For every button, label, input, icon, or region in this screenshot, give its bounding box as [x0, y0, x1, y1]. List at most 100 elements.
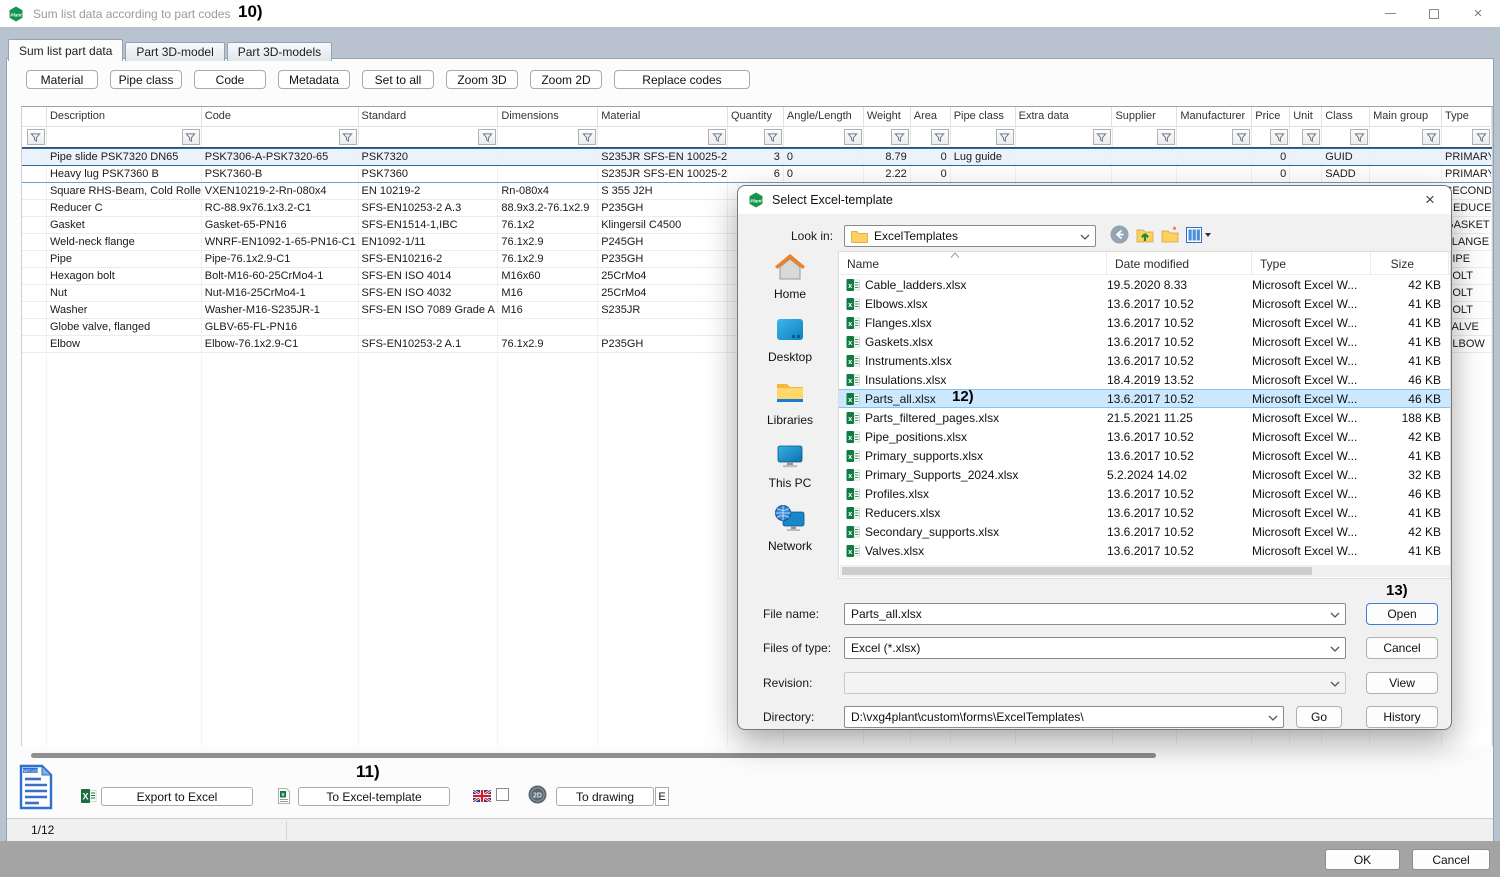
- pipe-class-button[interactable]: Pipe class: [110, 70, 182, 89]
- file-row[interactable]: xSecondary_supports.xlsx13.6.2017 10.52M…: [839, 522, 1450, 541]
- file-row[interactable]: xParts_filtered_pages.xlsx21.5.2021 11.2…: [839, 408, 1450, 427]
- filter-funnel-button[interactable]: [1270, 129, 1288, 145]
- file-row[interactable]: xReducers.xlsx13.6.2017 10.52Microsoft E…: [839, 503, 1450, 522]
- row-selector-cell[interactable]: [22, 285, 47, 301]
- view-button[interactable]: View: [1366, 672, 1438, 694]
- row-selector-cell[interactable]: [22, 302, 47, 318]
- row-selector-cell[interactable]: [22, 149, 47, 165]
- material-button[interactable]: Material: [26, 70, 98, 89]
- ok-button[interactable]: OK: [1325, 849, 1400, 870]
- filter-funnel-button[interactable]: [1093, 129, 1111, 145]
- column-header-code[interactable]: Code: [202, 107, 359, 126]
- footer-cancel-button[interactable]: Cancel: [1412, 849, 1490, 870]
- file-row[interactable]: xPipe_positions.xlsx13.6.2017 10.52Micro…: [839, 427, 1450, 446]
- place-libraries[interactable]: Libraries: [746, 377, 834, 427]
- filter-funnel-button[interactable]: [844, 129, 862, 145]
- filter-funnel-button[interactable]: [708, 129, 726, 145]
- scrollbar-thumb[interactable]: [842, 567, 1312, 575]
- file-row[interactable]: xValves.xlsx13.6.2017 10.52Microsoft Exc…: [839, 541, 1450, 560]
- filter-funnel-button[interactable]: [1350, 129, 1368, 145]
- history-button[interactable]: History: [1366, 706, 1438, 728]
- column-header-standard[interactable]: Standard: [359, 107, 499, 126]
- filter-funnel-button[interactable]: [1472, 129, 1490, 145]
- to-drawing-button[interactable]: To drawing: [556, 787, 654, 806]
- file-row[interactable]: xElbows.xlsx13.6.2017 10.52Microsoft Exc…: [839, 294, 1450, 313]
- place-network[interactable]: Network: [746, 503, 834, 553]
- row-selector-cell[interactable]: [22, 234, 47, 250]
- column-header-unit[interactable]: Unit: [1290, 107, 1322, 126]
- filter-funnel-button[interactable]: [996, 129, 1014, 145]
- filter-funnel-button[interactable]: [339, 129, 357, 145]
- file-row[interactable]: xPrimary_Supports_2024.xlsx5.2.2024 14.0…: [839, 465, 1450, 484]
- place-home[interactable]: Home: [746, 251, 834, 301]
- column-header-date-modified[interactable]: Date modified: [1107, 252, 1252, 274]
- file-row[interactable]: xInsulations.xlsx18.4.2019 13.52Microsof…: [839, 370, 1450, 389]
- minimize-button[interactable]: [1368, 0, 1412, 27]
- file-row[interactable]: xInstruments.xlsx13.6.2017 10.52Microsof…: [839, 351, 1450, 370]
- metadata-button[interactable]: Metadata: [278, 70, 350, 89]
- tab-part-3d-models[interactable]: Part 3D-models: [227, 42, 332, 61]
- row-selector-cell[interactable]: [22, 200, 47, 216]
- filter-funnel-button[interactable]: [1157, 129, 1175, 145]
- file-row[interactable]: xGaskets.xlsx13.6.2017 10.52Microsoft Ex…: [839, 332, 1450, 351]
- filter-funnel-button[interactable]: [478, 129, 496, 145]
- column-header-price[interactable]: Price: [1252, 107, 1290, 126]
- place-desktop[interactable]: Desktop: [746, 314, 834, 364]
- new-folder-icon[interactable]: *: [1161, 226, 1179, 243]
- file-row[interactable]: xPrimary_supports.xlsx13.6.2017 10.52Mic…: [839, 446, 1450, 465]
- file-row[interactable]: xCable_ladders.xlsx19.5.2020 8.33Microso…: [839, 275, 1450, 294]
- zoom-3d-button[interactable]: Zoom 3D: [446, 70, 518, 89]
- grid-horizontal-scrollbar[interactable]: [21, 750, 1493, 761]
- filter-funnel-button[interactable]: [1422, 129, 1440, 145]
- go-button[interactable]: Go: [1296, 706, 1342, 728]
- file-row[interactable]: xProfiles.xlsx13.6.2017 10.52Microsoft E…: [839, 484, 1450, 503]
- column-header-type[interactable]: Type: [1442, 107, 1492, 126]
- export-to-excel-button[interactable]: Export to Excel: [101, 787, 253, 806]
- close-button[interactable]: ×: [1456, 0, 1500, 27]
- column-header-dimensions[interactable]: Dimensions: [498, 107, 598, 126]
- tab-sum-list-part-data[interactable]: Sum list part data: [8, 39, 123, 61]
- filter-funnel-button[interactable]: [931, 129, 949, 145]
- dialog-cancel-button[interactable]: Cancel: [1366, 637, 1438, 659]
- filter-funnel-button[interactable]: [1232, 129, 1250, 145]
- look-in-combobox[interactable]: ExcelTemplates: [844, 225, 1096, 247]
- column-header-supplier[interactable]: Supplier: [1112, 107, 1177, 126]
- column-header-angle-length[interactable]: Angle/Length: [784, 107, 864, 126]
- files-of-type-combobox[interactable]: Excel (*.xlsx): [844, 637, 1346, 659]
- back-icon[interactable]: [1110, 225, 1129, 244]
- filter-funnel-button[interactable]: [1302, 129, 1320, 145]
- language-checkbox[interactable]: [496, 788, 509, 801]
- column-header-type[interactable]: Type: [1252, 252, 1371, 274]
- column-header-quantity[interactable]: Quantity: [728, 107, 784, 126]
- row-selector-cell[interactable]: [22, 319, 47, 335]
- dialog-close-icon[interactable]: ×: [1419, 189, 1441, 211]
- to-excel-template-button[interactable]: To Excel-template: [298, 787, 450, 806]
- set-to-all-button[interactable]: Set to all: [362, 70, 434, 89]
- scrollbar-thumb[interactable]: [31, 753, 1156, 758]
- filter-funnel-button[interactable]: [764, 129, 782, 145]
- file-list-horizontal-scrollbar[interactable]: [840, 565, 1451, 577]
- zoom-2d-button[interactable]: Zoom 2D: [530, 70, 602, 89]
- column-header-size[interactable]: Size: [1371, 252, 1449, 274]
- table-row[interactable]: Heavy lug PSK7360 BPSK7360-BPSK7360S235J…: [22, 166, 1492, 183]
- code-button[interactable]: Code: [194, 70, 266, 89]
- place-this-pc[interactable]: This PC: [746, 440, 834, 490]
- row-selector-cell[interactable]: [22, 183, 47, 199]
- open-button[interactable]: Open: [1366, 603, 1438, 625]
- column-header-main-group[interactable]: Main group: [1370, 107, 1442, 126]
- column-header-class[interactable]: Class: [1322, 107, 1370, 126]
- row-selector-cell[interactable]: [22, 217, 47, 233]
- row-selector-cell[interactable]: [22, 251, 47, 267]
- column-header-name[interactable]: Name: [839, 252, 1107, 274]
- file-row[interactable]: xParts_all.xlsx13.6.2017 10.52Microsoft …: [839, 389, 1450, 408]
- replace-codes-button[interactable]: Replace codes: [614, 70, 750, 89]
- view-menu-icon[interactable]: [1186, 227, 1212, 243]
- file-row[interactable]: xFlanges.xlsx13.6.2017 10.52Microsoft Ex…: [839, 313, 1450, 332]
- row-selector-cell[interactable]: [22, 268, 47, 284]
- filter-funnel-button[interactable]: [891, 129, 909, 145]
- e-button[interactable]: E: [655, 787, 669, 806]
- column-header-material[interactable]: Material: [598, 107, 728, 126]
- column-header-description[interactable]: Description: [47, 107, 202, 126]
- directory-combobox[interactable]: D:\vxg4plant\custom\forms\ExcelTemplates…: [844, 706, 1284, 728]
- maximize-button[interactable]: [1412, 0, 1456, 27]
